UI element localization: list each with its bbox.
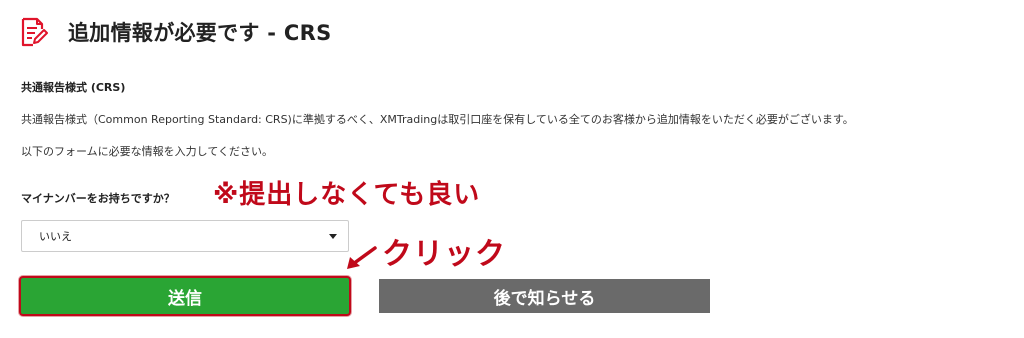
annotation-note: ※提出しなくても良い — [213, 180, 481, 210]
section-label: 共通報告様式 (CRS) — [21, 81, 126, 94]
select-value: いいえ — [39, 230, 72, 243]
document-edit-icon — [20, 17, 48, 47]
page-title: 追加情報が必要です - CRS — [68, 21, 332, 45]
annotation-click: クリック — [382, 237, 506, 272]
notify-later-button[interactable]: 後で知らせる — [379, 279, 710, 313]
description-line-2: 以下のフォームに必要な情報を入力してください。 — [21, 145, 274, 158]
submit-button[interactable]: 送信 — [19, 276, 351, 316]
annotation-arrow-icon — [347, 246, 377, 269]
page-header: 追加情報が必要です - CRS — [20, 12, 332, 52]
description-line-1: 共通報告様式（Common Reporting Standard: CRS)に準… — [21, 113, 854, 126]
my-number-question-label: マイナンバーをお持ちですか？ — [21, 192, 175, 205]
chevron-down-icon — [329, 234, 337, 239]
my-number-select[interactable]: いいえ — [21, 220, 349, 252]
